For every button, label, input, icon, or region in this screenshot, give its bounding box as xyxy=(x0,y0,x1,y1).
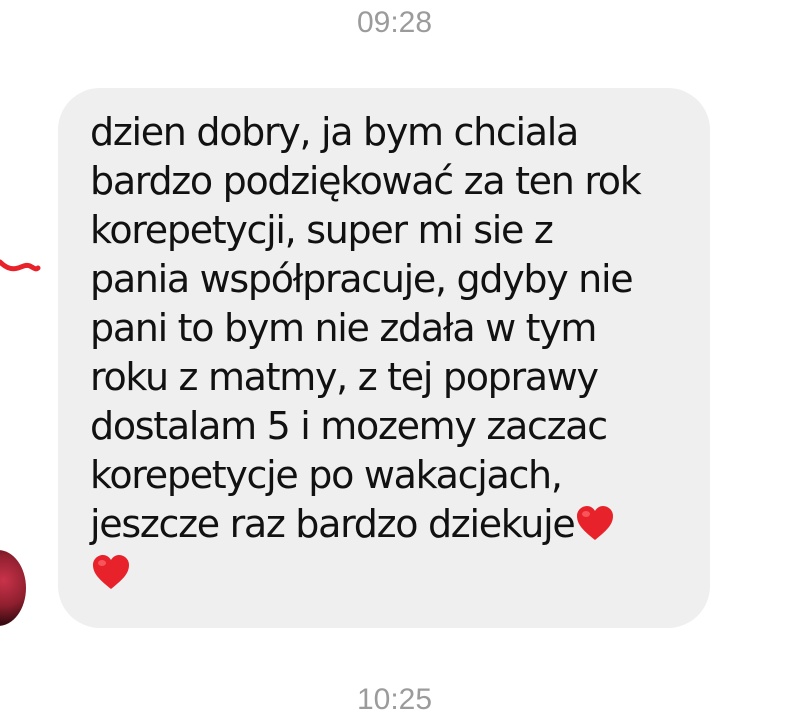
message-line: korepetycji, super mi sie z xyxy=(90,208,554,252)
sender-avatar[interactable] xyxy=(0,550,26,626)
red-heart-icon xyxy=(90,552,132,592)
message-line: pania współpracuje, gdyby nie xyxy=(90,257,634,301)
message-text: dzien dobry, ja bym chciala bardzo podzi… xyxy=(90,108,690,598)
message-timestamp: 09:28 xyxy=(356,6,433,39)
message-timestamp: 10:25 xyxy=(356,683,433,716)
message-bubble[interactable]: dzien dobry, ja bym chciala bardzo podzi… xyxy=(58,88,710,628)
message-line: korepetycje po wakacjach, xyxy=(90,453,563,497)
message-line: bardzo podziękować za ten rok xyxy=(90,159,642,203)
message-line: dzien dobry, ja bym chciala xyxy=(90,110,579,154)
red-heart-icon xyxy=(574,503,616,543)
message-line: roku z matmy, z tej poprawy xyxy=(90,355,599,399)
message-line: pani to bym nie zdała w tym xyxy=(90,306,597,350)
message-line: dostalam 5 i mozemy zaczac xyxy=(90,404,608,448)
message-line: jeszcze raz bardzo dziekuje xyxy=(90,502,576,546)
red-squiggle-mark xyxy=(0,259,41,272)
